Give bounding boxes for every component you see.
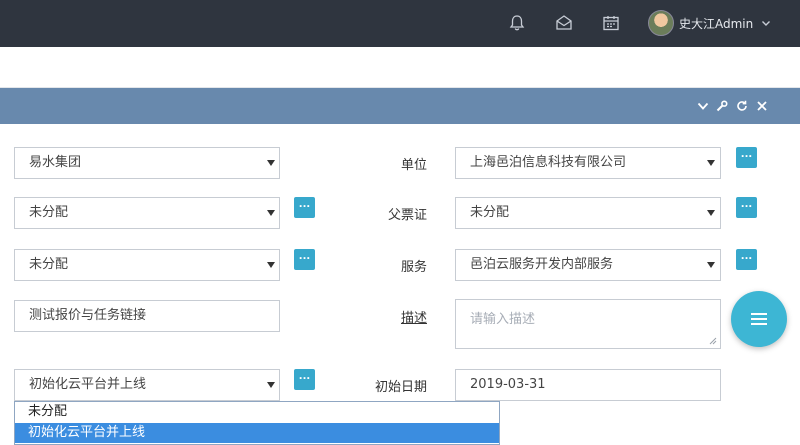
- description-textarea[interactable]: 请输入描述: [455, 299, 721, 349]
- unit-select-value: 上海邑泊信息科技有限公司: [470, 155, 627, 170]
- calendar-icon[interactable]: [601, 13, 621, 33]
- unit-label: 单位: [400, 158, 427, 173]
- chevron-down-icon[interactable]: [697, 100, 709, 112]
- start-date-input[interactable]: 2019-03-31: [455, 369, 721, 401]
- service-select-value: 邑泊云服务开发内部服务: [470, 257, 614, 272]
- parent-select-left-value: 未分配: [29, 205, 69, 220]
- wrench-icon[interactable]: [716, 100, 728, 112]
- project-dropdown-list: 未分配 初始化云平台并上线: [14, 401, 500, 445]
- service-picker-button[interactable]: ...: [736, 249, 757, 270]
- menu-icon: [751, 313, 767, 325]
- avatar[interactable]: [648, 10, 674, 36]
- dropdown-option-selected[interactable]: 初始化云平台并上线: [15, 423, 499, 443]
- parent-select-left[interactable]: 未分配: [14, 197, 280, 229]
- project-picker-button[interactable]: ...: [294, 369, 315, 390]
- chevron-down-icon[interactable]: [760, 17, 772, 29]
- service-select-left-value: 未分配: [29, 257, 69, 272]
- service-select[interactable]: 邑泊云服务开发内部服务: [455, 249, 721, 281]
- close-icon[interactable]: [756, 100, 768, 112]
- caret-down-icon: [267, 160, 275, 166]
- caret-down-icon: [707, 262, 715, 268]
- start-date-label: 初始日期: [374, 380, 427, 395]
- caret-down-icon: [267, 210, 275, 216]
- service-select-left[interactable]: 未分配: [14, 249, 280, 281]
- unit-select[interactable]: 上海邑泊信息科技有限公司: [455, 147, 721, 179]
- envelope-icon[interactable]: [554, 13, 574, 33]
- service-label: 服务: [400, 260, 427, 275]
- bell-icon[interactable]: [507, 13, 527, 33]
- start-date-value: 2019-03-31: [470, 377, 546, 392]
- top-navbar: 史大江Admin: [0, 0, 800, 47]
- unit-picker-button[interactable]: ...: [736, 147, 757, 168]
- project-select[interactable]: 初始化云平台并上线: [14, 369, 280, 401]
- refresh-icon[interactable]: [736, 100, 748, 112]
- left-picker-button-2[interactable]: ...: [294, 197, 315, 218]
- dropdown-option-unassigned[interactable]: 未分配: [15, 402, 499, 422]
- caret-down-icon: [707, 160, 715, 166]
- panel-header: [0, 88, 800, 124]
- breadcrumb-bar: [0, 47, 800, 88]
- group-select-value: 易水集团: [29, 155, 82, 170]
- group-select[interactable]: 易水集团: [14, 147, 280, 179]
- left-picker-button-3[interactable]: ...: [294, 249, 315, 270]
- parent-ticket-label: 父票证: [387, 208, 427, 223]
- floating-menu-button[interactable]: [731, 291, 787, 347]
- username[interactable]: 史大江Admin: [679, 15, 753, 32]
- parent-ticket-picker-button[interactable]: ...: [736, 197, 757, 218]
- caret-down-icon: [267, 262, 275, 268]
- title-input-value: 测试报价与任务链接: [29, 308, 147, 323]
- description-label[interactable]: 描述: [387, 307, 427, 326]
- caret-down-icon: [267, 382, 275, 388]
- caret-down-icon: [707, 210, 715, 216]
- description-placeholder: 请输入描述: [470, 312, 536, 327]
- parent-ticket-value: 未分配: [470, 205, 510, 220]
- title-input[interactable]: 测试报价与任务链接: [14, 300, 280, 332]
- resize-handle-icon[interactable]: [709, 337, 717, 345]
- project-select-value: 初始化云平台并上线: [29, 377, 147, 392]
- parent-ticket-select[interactable]: 未分配: [455, 197, 721, 229]
